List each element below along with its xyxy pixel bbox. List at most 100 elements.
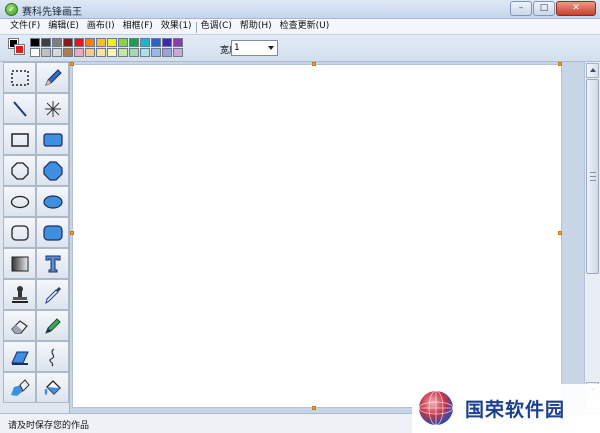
gradient-tool[interactable] (3, 248, 36, 279)
line-tool[interactable] (3, 93, 36, 124)
menu-frame[interactable]: 相框(F) (119, 19, 157, 34)
arrow-up-icon (590, 68, 596, 72)
menu-effects[interactable]: 效果(1) (157, 19, 196, 34)
marker-icon (44, 317, 61, 334)
text-tool[interactable] (36, 248, 69, 279)
highlighter-icon (10, 378, 30, 396)
menu-check-update[interactable]: 检查更新(U) (276, 19, 334, 34)
spray-icon (44, 100, 61, 117)
color-swatch[interactable] (129, 48, 139, 57)
width-select[interactable]: 1 (231, 40, 278, 56)
maximize-button[interactable]: □ (533, 1, 555, 16)
select-tool[interactable] (3, 62, 36, 93)
filled-circle-tool[interactable] (36, 155, 69, 186)
stamp-tool[interactable] (3, 279, 36, 310)
minimize-button[interactable]: – (510, 1, 532, 16)
resize-handle-right[interactable] (558, 231, 562, 235)
color-swatch[interactable] (41, 48, 51, 57)
color-palette (30, 38, 183, 57)
rounded-rect-tool[interactable] (3, 217, 36, 248)
scroll-thumb[interactable] (586, 79, 599, 274)
eraser-icon (10, 319, 28, 334)
color-swatch[interactable] (74, 48, 84, 57)
color-swatch[interactable] (96, 38, 106, 47)
color-swatch[interactable] (173, 48, 183, 57)
eyedropper-tool[interactable] (36, 279, 69, 310)
window-title: 赛科先锋画王 (22, 7, 82, 18)
resize-handle-left[interactable] (70, 231, 74, 235)
width-value: 1 (234, 43, 240, 53)
eraser-tool[interactable] (3, 310, 36, 341)
circle-icon (10, 161, 29, 180)
app-icon: ✓ (5, 3, 18, 16)
pencil-icon (44, 68, 62, 86)
menu-help[interactable]: 帮助(H) (236, 19, 276, 34)
color-swatch[interactable] (30, 38, 40, 47)
spray-tool[interactable] (36, 93, 69, 124)
filled-rounded-rect-icon (42, 224, 63, 241)
circle-tool[interactable] (3, 155, 36, 186)
close-button[interactable]: ✕ (556, 1, 596, 16)
menu-canvas[interactable]: 画布(I) (83, 19, 119, 34)
curve-tool[interactable] (36, 341, 69, 372)
color-swatch[interactable] (85, 38, 95, 47)
color-swatch[interactable] (118, 38, 128, 47)
color-swatch[interactable] (140, 38, 150, 47)
color-swatch[interactable] (107, 48, 117, 57)
color-swatch[interactable] (74, 38, 84, 47)
color-swatch[interactable] (85, 48, 95, 57)
menu-tone[interactable]: 色调(C) (197, 19, 236, 34)
work-area (70, 62, 584, 413)
gradient-icon (11, 256, 28, 271)
rectangle-tool[interactable] (3, 124, 36, 155)
filled-rectangle-tool[interactable] (36, 124, 69, 155)
ellipse-tool[interactable] (3, 186, 36, 217)
ellipse-icon (10, 195, 29, 208)
line-icon (12, 100, 27, 117)
globe-logo-icon (418, 390, 454, 426)
color-swatch[interactable] (52, 38, 62, 47)
resize-handle-top-left[interactable] (70, 62, 74, 66)
stamp-icon (11, 285, 28, 303)
color-swatch[interactable] (107, 38, 117, 47)
filled-ellipse-tool[interactable] (36, 186, 69, 217)
status-text: 请及时保存您的作品 (8, 421, 90, 431)
grip-icon (590, 172, 596, 181)
pencil-tool[interactable] (36, 62, 69, 93)
fill-area-tool[interactable] (3, 341, 36, 372)
menu-file[interactable]: 文件(F) (6, 19, 44, 34)
color-swatch[interactable] (151, 48, 161, 57)
scroll-up-button[interactable] (586, 63, 599, 78)
color-swatch[interactable] (63, 38, 73, 47)
color-swatch[interactable] (162, 48, 172, 57)
resize-handle-bottom[interactable] (312, 406, 316, 410)
color-swatch[interactable] (30, 48, 40, 57)
color-swatch[interactable] (151, 38, 161, 47)
menu-bar: 文件(F) 编辑(E) 画布(I) 相框(F) 效果(1) 色调(C) 帮助(H… (0, 19, 600, 35)
vertical-scrollbar[interactable] (584, 62, 600, 413)
curve-icon (48, 348, 54, 366)
color-swatch[interactable] (118, 48, 128, 57)
filled-rounded-rect-tool[interactable] (36, 217, 69, 248)
paint-bucket-tool[interactable] (36, 372, 69, 403)
rounded-rect-icon (10, 224, 29, 241)
current-colors[interactable] (8, 38, 27, 57)
color-swatch[interactable] (129, 38, 139, 47)
watermark: 国荣软件园 (412, 384, 600, 433)
menu-edit[interactable]: 编辑(E) (44, 19, 83, 34)
color-swatch[interactable] (162, 38, 172, 47)
color-swatch[interactable] (96, 48, 106, 57)
color-swatch[interactable] (52, 48, 62, 57)
resize-handle-top[interactable] (312, 62, 316, 66)
color-swatch[interactable] (140, 48, 150, 57)
drawing-canvas[interactable] (72, 64, 562, 408)
color-swatch[interactable] (63, 48, 73, 57)
eyedropper-icon (44, 286, 61, 304)
color-swatch[interactable] (173, 38, 183, 47)
marker-tool[interactable] (36, 310, 69, 341)
color-swatch[interactable] (41, 38, 51, 47)
background-color[interactable] (14, 44, 25, 55)
resize-handle-top-right[interactable] (558, 62, 562, 66)
highlighter-tool[interactable] (3, 372, 36, 403)
text-icon (45, 255, 60, 272)
